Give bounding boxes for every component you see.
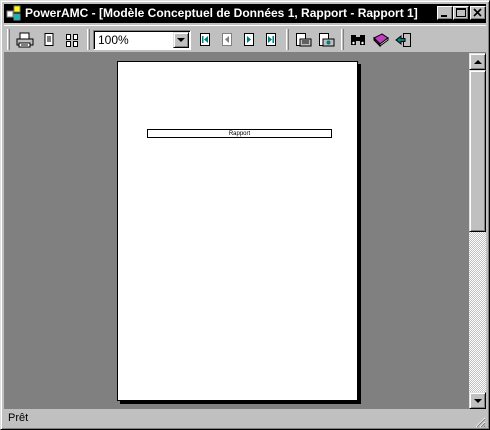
- toolbar-separator: [341, 29, 344, 50]
- export-rtf-button[interactable]: [292, 29, 314, 51]
- poweramc-app-icon[interactable]: [6, 5, 22, 21]
- window-title: PowerAMC - [Modèle Conceptuel de Données…: [25, 6, 418, 20]
- find-button[interactable]: [347, 29, 369, 51]
- resize-grip-icon[interactable]: [474, 416, 486, 428]
- status-bar: Prêt: [4, 409, 486, 428]
- scroll-down-button[interactable]: [469, 392, 486, 409]
- vertical-scrollbar[interactable]: [469, 53, 486, 409]
- arrow-down-icon: [473, 398, 482, 403]
- scroll-up-button[interactable]: [469, 53, 486, 70]
- help-book-icon: [373, 33, 389, 48]
- app-window: PowerAMC - [Modèle Conceptuel de Données…: [0, 0, 490, 430]
- maximize-button[interactable]: [453, 6, 469, 20]
- minimize-button[interactable]: [437, 6, 453, 20]
- status-text: Prêt: [8, 412, 29, 424]
- report-title: Rapport: [228, 130, 251, 137]
- close-button[interactable]: [470, 6, 486, 20]
- binoculars-icon: [351, 35, 365, 45]
- next-page-button[interactable]: [238, 29, 260, 51]
- one-page-button[interactable]: [38, 29, 60, 51]
- zoom-dropdown-button[interactable]: [173, 32, 189, 48]
- exit-door-icon: [395, 33, 411, 47]
- title-bar[interactable]: PowerAMC - [Modèle Conceptuel de Données…: [4, 4, 486, 23]
- maximize-icon: [456, 8, 466, 17]
- multi-page-icon: [66, 34, 78, 47]
- minimize-icon: [441, 15, 447, 17]
- preview-page[interactable]: Rapport: [117, 61, 358, 401]
- html-icon: [319, 33, 335, 47]
- single-page-icon: [44, 33, 54, 46]
- toolbar-separator: [87, 29, 90, 50]
- toolbar-grip[interactable]: [7, 29, 10, 50]
- next-page-icon: [244, 33, 254, 46]
- last-page-icon: [266, 33, 276, 46]
- first-page-button[interactable]: [194, 29, 216, 51]
- zoom-combobox[interactable]: 100%: [93, 30, 191, 50]
- print-preview-area[interactable]: Rapport: [4, 53, 469, 409]
- preview-toolbar: 100%: [4, 25, 486, 53]
- chevron-down-icon: [177, 38, 185, 42]
- two-pages-button[interactable]: [61, 29, 83, 51]
- scroll-thumb[interactable]: [469, 70, 486, 232]
- first-page-icon: [200, 33, 210, 46]
- print-button[interactable]: [14, 29, 36, 51]
- zoom-value: 100%: [98, 33, 129, 47]
- last-page-button[interactable]: [260, 29, 282, 51]
- previous-page-button[interactable]: [216, 29, 238, 51]
- close-preview-button[interactable]: [393, 29, 415, 51]
- rtf-icon: [296, 33, 312, 47]
- toolbar-separator: [286, 29, 289, 50]
- export-html-button[interactable]: [315, 29, 337, 51]
- printer-icon: [16, 32, 34, 48]
- arrow-up-icon: [473, 59, 482, 64]
- help-button[interactable]: [370, 29, 392, 51]
- previous-page-icon: [222, 33, 232, 46]
- close-icon: [473, 8, 482, 17]
- report-title-box: Rapport: [147, 129, 332, 138]
